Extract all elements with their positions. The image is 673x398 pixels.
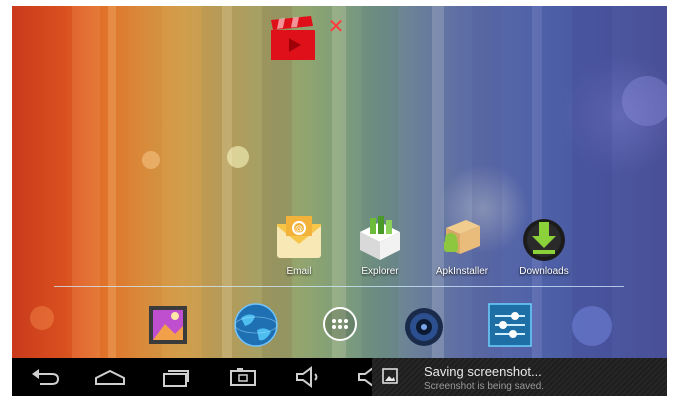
- volume-down-icon[interactable]: [294, 366, 324, 388]
- gallery-icon: [149, 306, 187, 344]
- shortcut-label: Downloads: [519, 266, 569, 277]
- volume-up-icon[interactable]: [356, 366, 372, 388]
- email-icon: @: [273, 214, 325, 262]
- shortcut-email[interactable]: @ Email: [259, 214, 339, 277]
- screenshot-camera-icon[interactable]: [228, 366, 258, 388]
- back-icon[interactable]: [30, 366, 62, 388]
- shortcut-apkinstaller[interactable]: ApkInstaller: [422, 214, 502, 277]
- dock-browser[interactable]: [233, 302, 279, 348]
- dock-divider: [54, 286, 624, 287]
- dock-app-drawer[interactable]: [317, 302, 363, 348]
- shortcut-label: Explorer: [361, 266, 399, 277]
- android-home-screen: ✕ @ Email Explorer ApkInstaller Download…: [12, 6, 667, 396]
- close-icon[interactable]: ✕: [327, 17, 345, 37]
- downloads-icon: [518, 214, 570, 262]
- settings-sliders-icon: [488, 303, 532, 347]
- apk-installer-icon: [436, 214, 488, 262]
- app-drawer-icon: [323, 307, 357, 341]
- shortcut-downloads[interactable]: Downloads: [504, 214, 584, 277]
- image-icon: [382, 368, 398, 384]
- browser-globe-icon: [234, 303, 278, 347]
- notification-subtitle: Screenshot is being saved.: [424, 381, 545, 392]
- svg-text:@: @: [295, 224, 303, 233]
- shortcut-explorer[interactable]: Explorer: [340, 214, 420, 277]
- shortcut-label: Email: [286, 266, 312, 277]
- shortcut-label: ApkInstaller: [435, 266, 489, 277]
- screenshot-notification[interactable]: Saving screenshot... Screenshot is being…: [372, 358, 667, 396]
- explorer-icon: [354, 214, 406, 262]
- notification-title: Saving screenshot...: [424, 364, 542, 379]
- dock-settings[interactable]: [487, 302, 533, 348]
- dock-music[interactable]: [401, 302, 447, 348]
- recent-apps-icon[interactable]: [160, 366, 190, 388]
- dock-gallery[interactable]: [145, 302, 191, 348]
- music-speaker-icon: [405, 308, 443, 346]
- home-icon[interactable]: [92, 366, 128, 388]
- video-clapper-icon[interactable]: [269, 16, 317, 62]
